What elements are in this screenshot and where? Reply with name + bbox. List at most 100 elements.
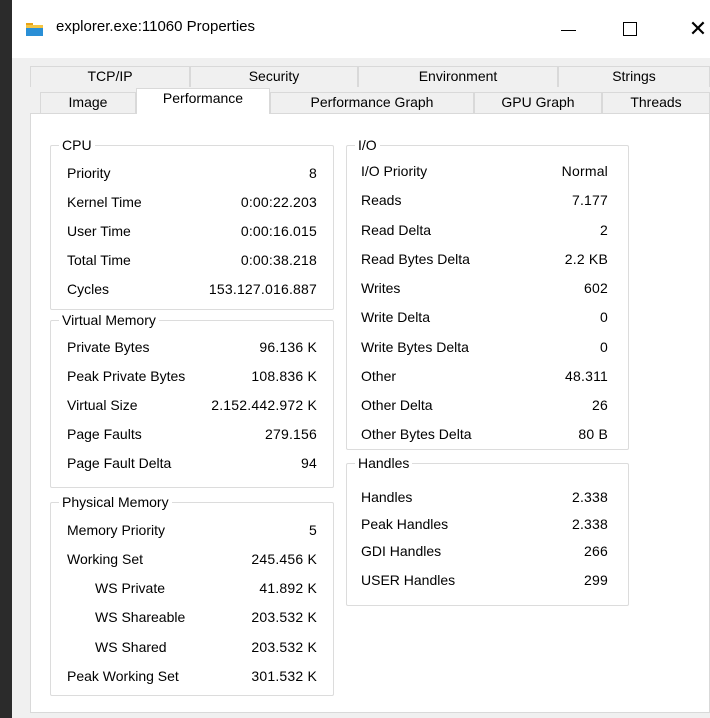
row-value: 2.338: [571, 489, 608, 505]
vm-row-peak-private-bytes: Peak Private Bytes 108.836 K: [67, 366, 317, 386]
tab-performance-graph[interactable]: Performance Graph: [270, 92, 474, 113]
tab-label: TCP/IP: [87, 68, 133, 84]
handles-row-gdi-handles: GDI Handles 266: [361, 541, 608, 561]
cpu-row-user-time: User Time 0:00:16.015: [67, 221, 317, 241]
row-label: Writes: [361, 280, 401, 296]
physical-memory-group-title: Physical Memory: [59, 493, 172, 511]
tab-label: Environment: [418, 68, 498, 84]
row-value: 96.136 K: [259, 339, 317, 355]
io-row-other-bytes-delta: Other Bytes Delta 80 B: [361, 424, 608, 444]
row-label: Read Delta: [361, 222, 432, 238]
row-value: 153.127.016.887: [208, 281, 317, 297]
tab-performance[interactable]: Performance: [136, 88, 270, 114]
pm-row-ws-shareable: WS Shareable 203.532 K: [67, 607, 317, 627]
maximize-icon: [623, 22, 637, 36]
row-label: Write Delta: [361, 309, 430, 325]
io-row-read-bytes-delta: Read Bytes Delta 2.2 KB: [361, 249, 608, 269]
row-label: Write Bytes Delta: [361, 339, 469, 355]
vm-row-page-faults: Page Faults 279.156: [67, 424, 317, 444]
row-value: 5: [309, 522, 317, 538]
pm-row-ws-private: WS Private 41.892 K: [67, 578, 317, 598]
row-label: Handles: [361, 489, 413, 505]
io-row-other-delta: Other Delta 26: [361, 395, 608, 415]
tab-label: Security: [248, 68, 300, 84]
row-value: 2: [600, 222, 608, 238]
row-value: 2.2 KB: [564, 251, 608, 267]
tab-label: Strings: [612, 68, 656, 84]
close-icon: ✕: [688, 16, 708, 41]
close-button[interactable]: ✕: [678, 14, 710, 44]
row-label: I/O Priority: [361, 163, 428, 179]
row-label: Page Fault Delta: [67, 455, 172, 471]
io-row-reads: Reads 7.177: [361, 190, 608, 210]
pm-row-memory-priority: Memory Priority 5: [67, 520, 317, 540]
tab-threads[interactable]: Threads: [602, 92, 710, 113]
vm-row-page-fault-delta: Page Fault Delta 94: [67, 453, 317, 473]
row-label: Peak Working Set: [67, 668, 179, 684]
cpu-row-total-time: Total Time 0:00:38.218: [67, 250, 317, 270]
row-value: 203.532 K: [251, 609, 317, 625]
row-value: 266: [584, 543, 608, 559]
row-value: 8: [309, 165, 317, 181]
row-value: 48.311: [565, 368, 608, 384]
io-row-other: Other 48.311: [361, 366, 608, 386]
row-value: 7.177: [571, 192, 608, 208]
cpu-row-priority: Priority 8: [67, 163, 317, 183]
row-value: 0:00:16.015: [240, 223, 317, 239]
cpu-row-cycles: Cycles 153.127.016.887: [67, 279, 317, 299]
row-label: Cycles: [67, 281, 110, 297]
row-label: Other Bytes Delta: [361, 426, 472, 442]
tab-security[interactable]: Security: [190, 66, 358, 87]
row-label: User Time: [67, 223, 131, 239]
io-row-write-delta: Write Delta 0: [361, 307, 608, 327]
vm-row-private-bytes: Private Bytes 96.136 K: [67, 337, 317, 357]
cpu-row-kernel-time: Kernel Time 0:00:22.203: [67, 192, 317, 212]
handles-group-title: Handles: [355, 454, 413, 472]
cpu-group-title: CPU: [59, 136, 95, 154]
row-label: GDI Handles: [361, 543, 442, 559]
tab-label: GPU Graph: [501, 94, 575, 110]
row-value: 279.156: [264, 426, 317, 442]
tab-image[interactable]: Image: [40, 92, 136, 113]
row-value: 301.532 K: [251, 668, 317, 684]
row-value: Normal: [561, 163, 608, 179]
row-label: Working Set: [67, 551, 143, 567]
row-label: WS Shared: [95, 639, 167, 655]
tab-strings[interactable]: Strings: [558, 66, 710, 87]
row-value: 94: [301, 455, 317, 471]
row-label: WS Private: [95, 580, 166, 596]
row-value: 80 B: [578, 426, 608, 442]
pm-row-working-set: Working Set 245.456 K: [67, 549, 317, 569]
row-label: Other: [361, 368, 397, 384]
tab-tcp-ip[interactable]: TCP/IP: [30, 66, 190, 87]
maximize-button[interactable]: [610, 14, 650, 44]
pm-row-peak-working-set: Peak Working Set 301.532 K: [67, 666, 317, 686]
io-row-read-delta: Read Delta 2: [361, 220, 608, 240]
row-label: Peak Handles: [361, 516, 449, 532]
row-label: WS Shareable: [95, 609, 186, 625]
row-value: 203.532 K: [251, 639, 317, 655]
pm-row-ws-shared: WS Shared 203.532 K: [67, 637, 317, 657]
row-label: Reads: [361, 192, 402, 208]
row-value: 2.338: [571, 516, 608, 532]
io-row-write-bytes-delta: Write Bytes Delta 0: [361, 337, 608, 357]
minimize-button[interactable]: [548, 14, 588, 44]
window-title: explorer.exe:11060 Properties: [56, 18, 256, 35]
tab-label: Threads: [630, 94, 682, 110]
row-value: 26: [592, 397, 608, 413]
handles-row-handles: Handles 2.338: [361, 487, 608, 507]
row-value: 0: [600, 309, 608, 325]
tab-environment[interactable]: Environment: [358, 66, 558, 87]
tab-label: Performance Graph: [310, 94, 434, 110]
row-value: 299: [584, 572, 608, 588]
row-value: 245.456 K: [251, 551, 317, 567]
io-group-title: I/O: [355, 136, 380, 154]
tab-gpu-graph[interactable]: GPU Graph: [474, 92, 602, 113]
virtual-memory-group-title: Virtual Memory: [59, 311, 159, 329]
row-label: Private Bytes: [67, 339, 150, 355]
row-value: 41.892 K: [259, 580, 317, 596]
minimize-icon: [560, 29, 576, 31]
left-window-edge: [0, 0, 12, 718]
row-value: 2.152.442.972 K: [211, 397, 317, 413]
row-value: 0:00:22.203: [240, 194, 317, 210]
